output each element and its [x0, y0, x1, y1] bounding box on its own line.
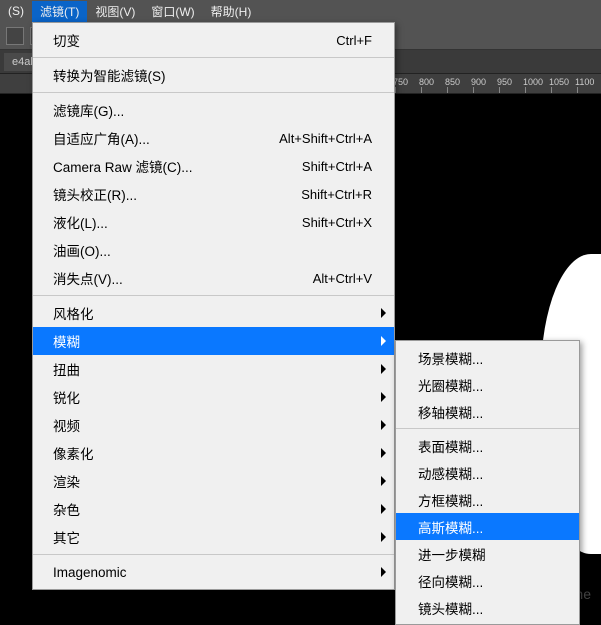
- menubar-item-view[interactable]: 视图(V): [87, 1, 143, 22]
- menubar: (S) 滤镜(T) 视图(V) 窗口(W) 帮助(H): [0, 0, 601, 22]
- menu-item-label: 模糊: [53, 331, 80, 351]
- submenu-item[interactable]: 动感模糊...: [396, 459, 579, 486]
- submenu-item[interactable]: 表面模糊...: [396, 432, 579, 459]
- menu-item-label: Imagenomic: [53, 565, 127, 580]
- menu-item-shortcut: Shift+Ctrl+A: [302, 159, 372, 174]
- menu-item-label: 进一步模糊: [418, 544, 486, 564]
- menu-item-label: 场景模糊...: [418, 348, 483, 368]
- menu-item-shortcut: Shift+Ctrl+X: [302, 215, 372, 230]
- ruler-tick-label: 850: [445, 77, 460, 87]
- menu-item[interactable]: 渲染: [33, 467, 394, 495]
- chevron-right-icon: [381, 476, 386, 486]
- submenu-item[interactable]: 高斯模糊...: [396, 513, 579, 540]
- menu-item-label: 视频: [53, 415, 80, 435]
- menu-item[interactable]: 镜头校正(R)... Shift+Ctrl+R: [33, 180, 394, 208]
- menu-item-label: 径向模糊...: [418, 571, 483, 591]
- chevron-right-icon: [381, 448, 386, 458]
- menu-item-label: 滤镜库(G)...: [53, 100, 124, 120]
- menu-item-label: 高斯模糊...: [418, 517, 483, 537]
- chevron-right-icon: [381, 504, 386, 514]
- chevron-right-icon: [381, 532, 386, 542]
- tool-icon[interactable]: [6, 27, 24, 45]
- menubar-item-filter[interactable]: 滤镜(T): [32, 1, 87, 22]
- menu-item-label: 油画(O)...: [53, 240, 111, 260]
- menubar-item-window[interactable]: 窗口(W): [143, 1, 202, 22]
- chevron-right-icon: [381, 336, 386, 346]
- menu-item-label: 转换为智能滤镜(S): [53, 65, 166, 85]
- menu-item-label: 液化(L)...: [53, 212, 108, 232]
- menubar-item-help[interactable]: 帮助(H): [203, 1, 260, 22]
- menu-item-label: 镜头校正(R)...: [53, 184, 137, 204]
- menu-item[interactable]: 视频: [33, 411, 394, 439]
- chevron-right-icon: [381, 420, 386, 430]
- menu-item-shortcut: Ctrl+F: [336, 33, 372, 48]
- menu-item-label: 像素化: [53, 443, 94, 463]
- menu-item-label: 移轴模糊...: [418, 402, 483, 422]
- menu-item-label: 其它: [53, 527, 80, 547]
- menu-item-label: 动感模糊...: [418, 463, 483, 483]
- menu-item-label: 切变: [53, 30, 80, 50]
- menu-item-label: 镜头模糊...: [418, 598, 483, 618]
- menu-item[interactable]: 液化(L)... Shift+Ctrl+X: [33, 208, 394, 236]
- menu-item[interactable]: 风格化: [33, 299, 394, 327]
- submenu-item[interactable]: 场景模糊...: [396, 344, 579, 371]
- menu-item[interactable]: 滤镜库(G)...: [33, 96, 394, 124]
- menu-item-label: Camera Raw 滤镜(C)...: [53, 156, 193, 176]
- menu-item-label: 杂色: [53, 499, 80, 519]
- ruler-tick-label: 900: [471, 77, 486, 87]
- blur-submenu: 场景模糊... 光圈模糊... 移轴模糊... 表面模糊... 动感模糊... 方框模糊.…: [395, 340, 580, 625]
- menu-item-label: 锐化: [53, 387, 80, 407]
- menu-item[interactable]: 锐化: [33, 383, 394, 411]
- chevron-right-icon: [381, 364, 386, 374]
- ruler-tick-label: 800: [419, 77, 434, 87]
- submenu-item[interactable]: 光圈模糊...: [396, 371, 579, 398]
- menu-item[interactable]: 转换为智能滤镜(S): [33, 61, 394, 89]
- submenu-item[interactable]: 移轴模糊...: [396, 398, 579, 425]
- menu-item[interactable]: 杂色: [33, 495, 394, 523]
- ruler-tick-label: 1100: [575, 77, 594, 87]
- menu-item[interactable]: 自适应广角(A)... Alt+Shift+Ctrl+A: [33, 124, 394, 152]
- menu-item[interactable]: 模糊: [33, 327, 394, 355]
- menu-item[interactable]: 扭曲: [33, 355, 394, 383]
- menu-item[interactable]: 油画(O)...: [33, 236, 394, 264]
- menu-item-shortcut: Shift+Ctrl+R: [301, 187, 372, 202]
- chevron-right-icon: [381, 392, 386, 402]
- filter-menu: 切变 Ctrl+F 转换为智能滤镜(S) 滤镜库(G)... 自适应广角(A)... Al…: [32, 22, 395, 590]
- ruler-tick-label: 1000: [523, 77, 543, 87]
- menu-item-shortcut: Alt+Ctrl+V: [313, 271, 372, 286]
- menu-item-label: 表面模糊...: [418, 436, 483, 456]
- menu-item-label: 光圈模糊...: [418, 375, 483, 395]
- menu-item-label: 扭曲: [53, 359, 80, 379]
- chevron-right-icon: [381, 567, 386, 577]
- submenu-item[interactable]: 径向模糊...: [396, 567, 579, 594]
- menu-item[interactable]: 消失点(V)... Alt+Ctrl+V: [33, 264, 394, 292]
- menubar-item-s[interactable]: (S): [0, 2, 32, 20]
- menu-item[interactable]: 像素化: [33, 439, 394, 467]
- menu-item-label: 渲染: [53, 471, 80, 491]
- menu-item[interactable]: 切变 Ctrl+F: [33, 26, 394, 54]
- submenu-item[interactable]: 镜头模糊...: [396, 594, 579, 621]
- menu-item-shortcut: Alt+Shift+Ctrl+A: [279, 131, 372, 146]
- menu-item[interactable]: 其它: [33, 523, 394, 551]
- submenu-item[interactable]: 进一步模糊: [396, 540, 579, 567]
- menu-item[interactable]: Imagenomic: [33, 558, 394, 586]
- submenu-item[interactable]: 方框模糊...: [396, 486, 579, 513]
- menu-item-label: 方框模糊...: [418, 490, 483, 510]
- menu-item-label: 自适应广角(A)...: [53, 128, 150, 148]
- chevron-right-icon: [381, 308, 386, 318]
- menu-item-label: 消失点(V)...: [53, 268, 123, 288]
- menu-item-label: 风格化: [53, 303, 94, 323]
- ruler-tick-label: 1050: [549, 77, 569, 87]
- ruler-tick-label: 950: [497, 77, 512, 87]
- menu-item[interactable]: Camera Raw 滤镜(C)... Shift+Ctrl+A: [33, 152, 394, 180]
- ruler-tick-label: 750: [393, 77, 408, 87]
